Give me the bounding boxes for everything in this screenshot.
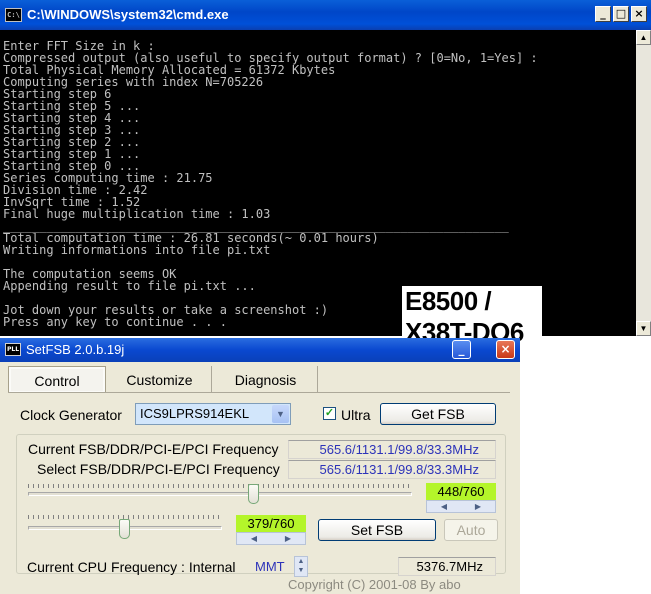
copyright-text: Copyright (C) 2001-08 By abo [288,577,461,592]
ultra-label: Ultra [341,407,371,423]
tab-diagnosis[interactable]: Diagnosis [214,366,318,393]
get-fsb-button[interactable]: Get FSB [380,403,496,425]
slider1-ticks [28,484,412,488]
select-frequency-label: Select FSB/DDR/PCI-E/PCI Frequency [37,461,280,477]
pcie-slider-value: 379/760 [236,515,306,532]
scroll-up-icon[interactable]: ▲ [636,30,651,45]
clock-generator-select[interactable]: ICS9LPRS914EKL ▼ [135,403,291,425]
tab-label: Control [34,373,80,389]
ultra-checkbox[interactable]: ✓ [323,407,336,420]
minimize-button[interactable]: _ [595,6,611,22]
current-frequency-label: Current FSB/DDR/PCI-E/PCI Frequency [28,441,279,457]
minimize-icon: _ [458,342,465,356]
caption-line-1: E8500 / [405,286,492,316]
cpu-frequency-label: Current CPU Frequency : Internal [27,559,236,575]
set-fsb-button[interactable]: Set FSB [318,519,436,541]
fsb-slider-thumb[interactable] [247,484,259,504]
arrow-up-icon[interactable]: ▲ [295,557,307,566]
tab-label: Customize [126,372,193,388]
setfsb-minimize-button[interactable]: _ [452,340,471,359]
arrow-left-icon[interactable]: ◀ [237,533,271,544]
clock-generator-value: ICS9LPRS914EKL [140,406,250,421]
checkmark-icon: ✓ [324,407,335,419]
arrow-right-icon[interactable]: ▶ [271,533,305,544]
pll-icon[interactable]: PLL [5,343,21,356]
fsb-slider-spinner[interactable]: ◀ ▶ [426,500,496,513]
cmd-icon[interactable]: C:\ [5,8,22,22]
cpu-frequency-mode[interactable]: MMT [255,559,285,574]
setfsb-window-title: SetFSB 2.0.b.19j [26,342,125,357]
cmd-window: C:\ C:\WINDOWS\system32\cmd.exe _ □ × En… [0,0,651,336]
arrow-left-icon[interactable]: ◀ [427,501,461,512]
clock-generator-label: Clock Generator [20,407,122,423]
setfsb-titlebar[interactable]: PLL SetFSB 2.0.b.19j _ × [0,338,520,362]
cmd-window-title: C:\WINDOWS\system32\cmd.exe [27,7,229,22]
console-line: Writing informations into file pi.txt [3,243,271,257]
tab-control[interactable]: Control [8,366,106,393]
mode-spinner[interactable]: ▲ ▼ [294,556,308,577]
control-panel: Clock Generator ICS9LPRS914EKL ▼ ✓ Ultra… [8,392,510,592]
setfsb-close-button[interactable]: × [496,340,515,359]
cpu-frequency-value: 5376.7MHz [398,557,496,576]
close-icon: × [634,7,644,20]
close-button[interactable]: × [631,6,647,22]
vertical-scrollbar[interactable]: ▲ ▼ [636,30,651,336]
setfsb-client-area: Control Customize Diagnosis Clock Genera… [4,362,516,594]
chevron-down-icon[interactable]: ▼ [272,405,289,423]
fsb-slider-track[interactable] [28,492,412,496]
arrow-right-icon[interactable]: ▶ [461,501,495,512]
cmd-titlebar[interactable]: C:\ C:\WINDOWS\system32\cmd.exe _ □ × [0,0,651,30]
maximize-button[interactable]: □ [613,6,629,22]
auto-button[interactable]: Auto [444,519,498,541]
tab-label: Diagnosis [234,372,297,388]
minimize-icon: _ [600,7,606,20]
fsb-slider-value: 448/760 [426,483,496,500]
maximize-icon: □ [615,7,627,20]
pcie-slider-thumb[interactable] [119,519,131,539]
setfsb-window: PLL SetFSB 2.0.b.19j _ × Control Customi… [0,338,520,594]
scroll-down-icon[interactable]: ▼ [636,321,651,336]
arrow-down-icon[interactable]: ▼ [295,566,307,575]
close-icon: × [500,342,511,356]
current-frequency-value: 565.6/1131.1/99.8/33.3MHz [288,440,496,459]
pcie-slider-spinner[interactable]: ◀ ▶ [236,532,306,545]
select-frequency-value: 565.6/1131.1/99.8/33.3MHz [288,460,496,479]
tab-customize[interactable]: Customize [108,366,212,393]
